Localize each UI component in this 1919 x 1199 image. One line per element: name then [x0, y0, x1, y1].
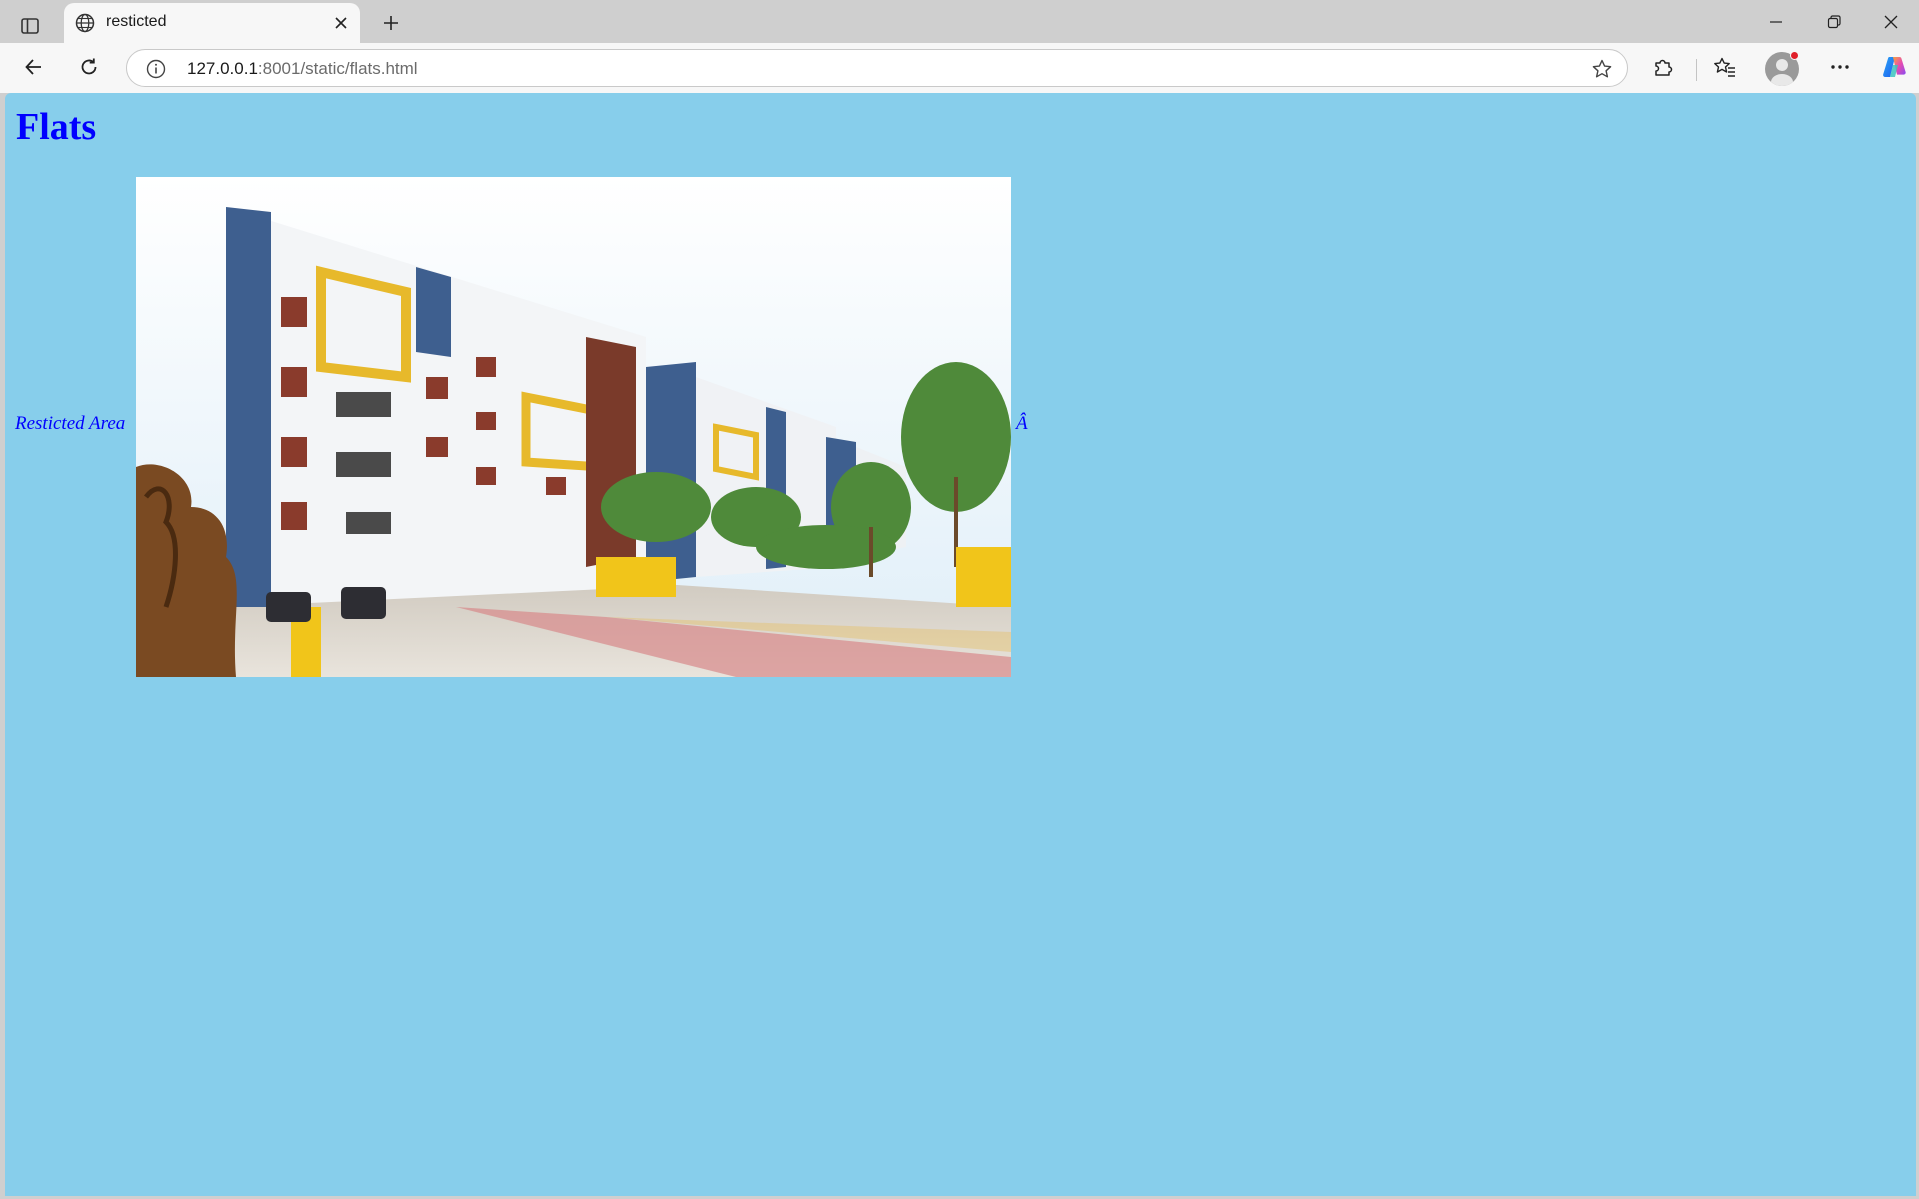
url-host: 127.0.0.1 [187, 59, 258, 78]
minimize-icon[interactable] [1756, 4, 1796, 40]
sidebar-toggle-icon[interactable] [14, 10, 46, 42]
apartment-building-photo [136, 177, 1011, 677]
url-text[interactable]: 127.0.0.1:8001/static/flats.html [187, 59, 418, 79]
reload-button[interactable] [71, 51, 107, 87]
tab-title: resticted [106, 13, 167, 30]
restore-icon[interactable] [1814, 4, 1854, 40]
page-viewport: Flats Resticted Area Â [5, 93, 1916, 1196]
toolbar-separator [1696, 59, 1697, 81]
arrow-left-icon [23, 56, 45, 83]
close-icon[interactable] [330, 12, 352, 34]
plus-icon[interactable] [376, 8, 406, 38]
info-icon[interactable] [145, 58, 167, 80]
address-bar[interactable]: 127.0.0.1:8001/static/flats.html [126, 49, 1628, 87]
browser-toolbar: 127.0.0.1:8001/static/flats.html [0, 43, 1919, 93]
star-icon[interactable] [1591, 58, 1613, 80]
copilot-button[interactable] [1876, 51, 1912, 87]
reload-icon [78, 56, 100, 83]
settings-menu-button[interactable] [1822, 51, 1858, 87]
back-button[interactable] [16, 51, 52, 87]
favorites-list-icon [1713, 56, 1737, 83]
tab-strip: resticted [0, 0, 1919, 43]
browser-tab[interactable]: resticted [64, 3, 360, 43]
favorites-button[interactable] [1707, 51, 1743, 87]
stray-character-text: Â [1016, 413, 1028, 434]
close-window-icon[interactable] [1871, 4, 1911, 40]
ellipsis-icon [1829, 56, 1851, 83]
globe-icon [74, 12, 96, 34]
copilot-icon [1880, 53, 1908, 86]
puzzle-icon [1652, 56, 1674, 83]
page-title: Flats [16, 106, 97, 148]
url-path: :8001/static/flats.html [257, 59, 418, 78]
extensions-button[interactable] [1645, 51, 1681, 87]
notification-dot [1790, 51, 1799, 60]
restricted-area-text: Resticted Area [15, 413, 126, 434]
